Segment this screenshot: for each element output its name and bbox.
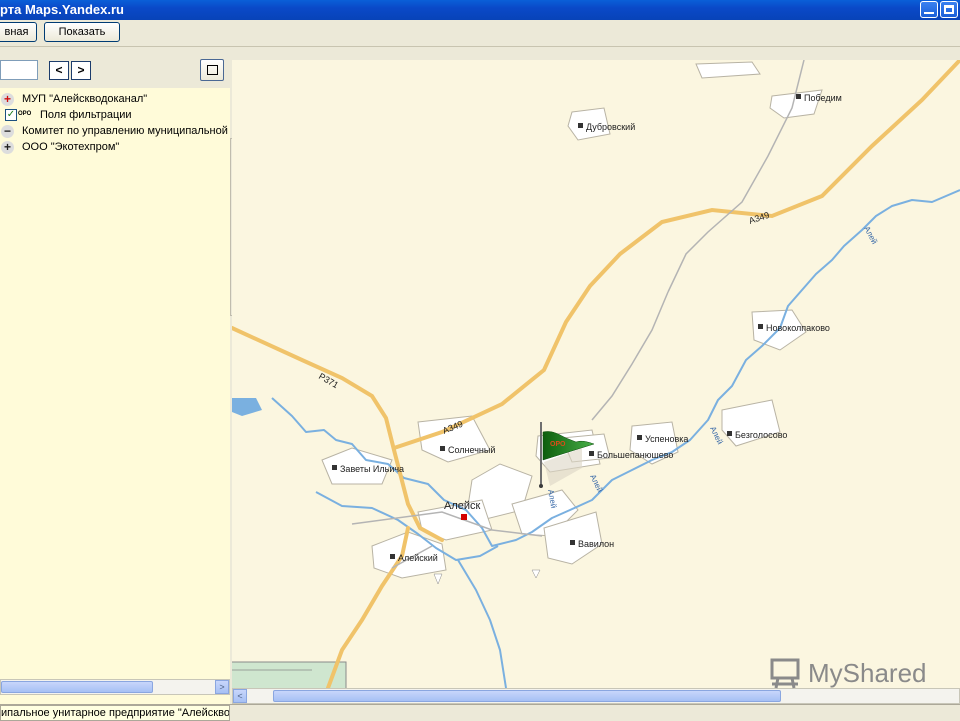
left-horizontal-scrollbar[interactable]: >	[0, 679, 230, 695]
square-icon	[207, 65, 218, 75]
town-label[interactable]: Безголосово	[735, 430, 787, 440]
river-label: Алей	[588, 473, 604, 494]
town-label[interactable]: Успеновка	[645, 434, 688, 444]
city-label[interactable]: Алейск	[444, 500, 481, 512]
tree-item-label: Поля фильтрации	[40, 109, 132, 121]
road-labels: А349 А349 Р371	[317, 210, 771, 436]
map-horizontal-scrollbar[interactable]: <	[232, 688, 960, 704]
scroll-left-icon[interactable]: <	[233, 689, 247, 703]
maximize-icon	[944, 5, 954, 14]
town-labels: Победим Дубровский Новоколпаково Успенов…	[332, 93, 842, 563]
tree-item-label: Комитет по управлению муниципальной	[22, 125, 228, 137]
expand-icon[interactable]: +	[1, 93, 14, 106]
main-button[interactable]: вная	[0, 22, 37, 42]
minimize-button[interactable]	[920, 1, 938, 18]
river-label: Алей	[862, 225, 879, 246]
show-button[interactable]: Показать	[44, 22, 120, 42]
tree-item-label: МУП "Алейскводоканал"	[22, 93, 148, 105]
toolbar: вная Показать	[0, 20, 960, 47]
scroll-thumb[interactable]	[1, 681, 153, 693]
town-label[interactable]: Алейский	[398, 553, 438, 563]
checkbox-checked-icon[interactable]: ✓	[5, 109, 17, 121]
scroll-thumb[interactable]	[273, 690, 781, 702]
expand-icon[interactable]: +	[1, 141, 14, 154]
city-marker	[461, 514, 467, 520]
collapse-icon[interactable]: −	[1, 125, 14, 138]
watermark: MyShared	[768, 656, 927, 692]
page-input[interactable]	[0, 60, 38, 80]
window-title: рта Maps.Yandex.ru	[0, 2, 124, 17]
flag-label: ОРО	[550, 441, 566, 448]
tree-item-label: ООО "Экотехпром"	[22, 141, 120, 153]
layer-tag: ОРО	[18, 111, 32, 117]
left-pane-header: < >	[0, 52, 230, 88]
town-label[interactable]: Новоколпаково	[766, 323, 830, 333]
next-button[interactable]: >	[71, 61, 91, 80]
status-bar: ипальное унитарное предприятие "Алейскво	[0, 704, 960, 721]
maximize-button[interactable]	[940, 1, 958, 18]
minimize-icon	[924, 12, 934, 14]
prev-button[interactable]: <	[49, 61, 69, 80]
map-canvas[interactable]: ОРО Победим Дубровский Новоколпаково Усп…	[232, 60, 960, 688]
title-bar: рта Maps.Yandex.ru	[0, 0, 960, 20]
town-label[interactable]: Вавилон	[578, 539, 614, 549]
status-text: ипальное унитарное предприятие "Алейскво	[0, 705, 230, 721]
map-view[interactable]: ОРО Победим Дубровский Новоколпаково Усп…	[232, 60, 960, 688]
town-label[interactable]: Победим	[804, 93, 842, 103]
town-label[interactable]: Солнечный	[448, 445, 495, 455]
toggle-panel-button[interactable]	[200, 59, 224, 81]
board-icon	[770, 658, 800, 689]
watermark-text: MyShared	[808, 658, 927, 688]
town-label[interactable]: Большепанюшево	[597, 450, 673, 460]
town-label[interactable]: Заветы Ильича	[340, 464, 404, 474]
town-label[interactable]: Дубровский	[586, 122, 635, 132]
river-labels: Алей Алей Алей Алей	[546, 225, 879, 509]
scroll-right-icon[interactable]: >	[215, 680, 229, 694]
